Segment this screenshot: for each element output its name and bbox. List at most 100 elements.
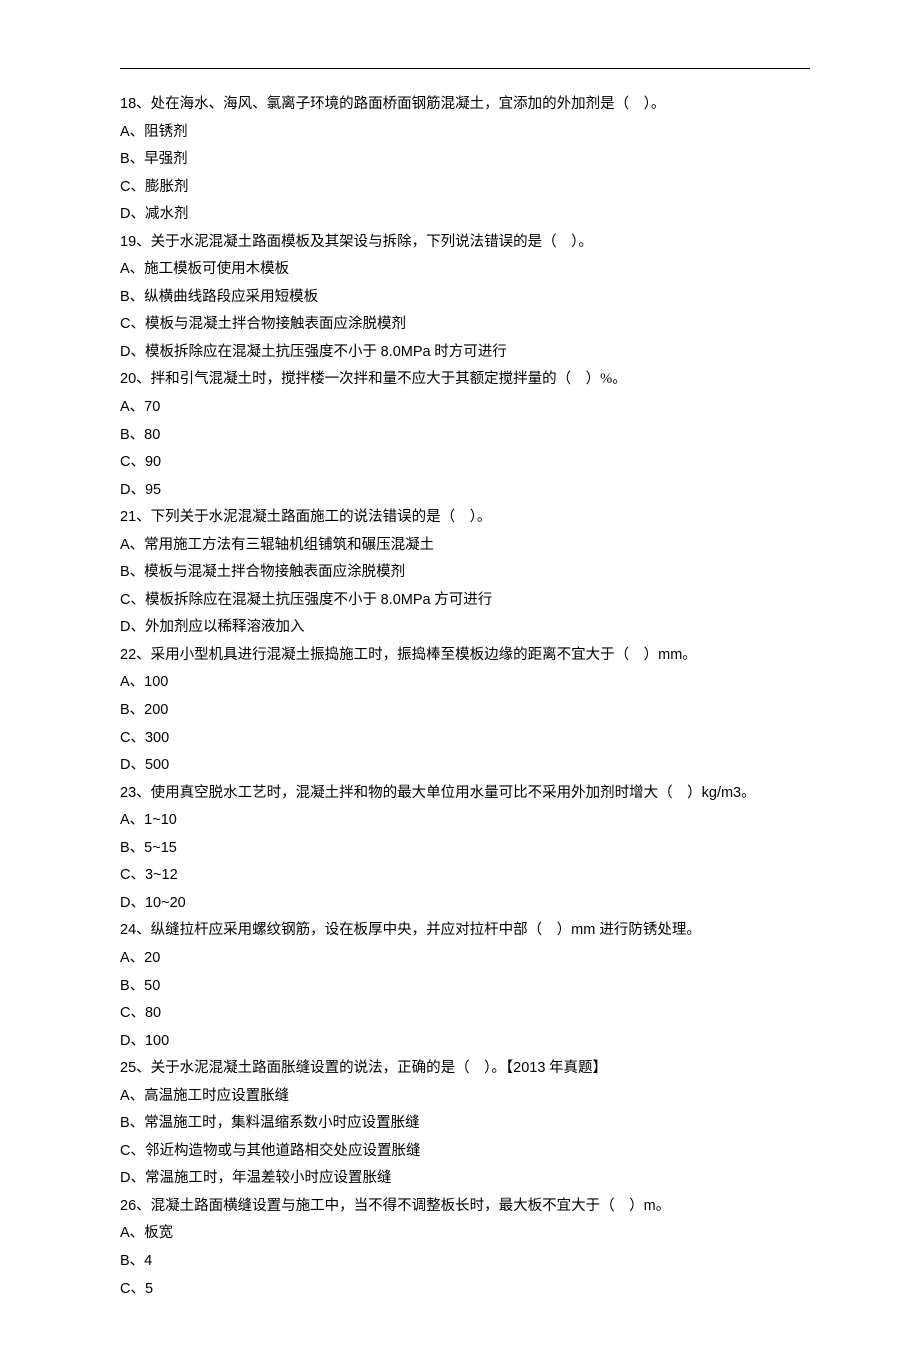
option-label: C	[120, 867, 130, 883]
question-body-tail: 年真题】	[545, 1060, 607, 1076]
option-label: D	[120, 619, 130, 635]
option-sep: 、	[130, 978, 145, 994]
option-label: B	[120, 702, 130, 718]
option-line: B、50	[120, 973, 810, 1001]
option-sep: 、	[130, 867, 145, 883]
option-value: 5~15	[144, 840, 177, 856]
option-line: A、常用施工方法有三辊轴机组铺筑和碾压混凝土	[120, 532, 810, 560]
option-text: 、模板与混凝土拌合物接触表面应涂脱模剂	[130, 564, 406, 580]
option-line: B、早强剂	[120, 146, 810, 174]
option-text: 、外加剂应以稀释溶液加入	[130, 619, 304, 635]
option-text: 、模板与混凝土拌合物接触表面应涂脱模剂	[130, 316, 406, 332]
option-value: 80	[145, 1005, 161, 1021]
option-value: 100	[145, 1033, 169, 1049]
option-sep: 、	[130, 812, 145, 828]
option-line: C、300	[120, 725, 810, 753]
option-label: C	[120, 592, 130, 608]
question-number: 20	[120, 371, 136, 387]
top-rule	[120, 68, 810, 69]
option-text: 、模板拆除应在混凝土抗压强度不小于	[130, 344, 380, 360]
question-text: 24、纵缝拉杆应采用螺纹钢筋，设在板厚中央，并应对拉杆中部（ ）mm 进行防锈处…	[120, 917, 810, 945]
option-label: A	[120, 950, 130, 966]
option-sep: 、	[130, 840, 145, 856]
option-label: A	[120, 124, 130, 140]
option-value: 50	[144, 978, 160, 994]
option-label: A	[120, 399, 130, 415]
option-text: 、板宽	[130, 1225, 174, 1241]
option-text: 、常用施工方法有三辊轴机组铺筑和碾压混凝土	[130, 537, 435, 553]
option-value: 10~20	[145, 895, 186, 911]
question-text: 20、拌和引气混凝土时，搅拌楼一次拌和量不应大于其额定搅拌量的（ ）%。	[120, 366, 810, 394]
option-line: A、板宽	[120, 1220, 810, 1248]
question-body-tail: %。	[600, 371, 627, 387]
option-label: A	[120, 537, 130, 553]
option-value: 200	[144, 702, 168, 718]
question-text: 22、采用小型机具进行混凝土振捣施工时，振捣棒至模板边缘的距离不宜大于（ ）mm…	[120, 642, 810, 670]
option-line: C、模板拆除应在混凝土抗压强度不小于 8.0MPa 方可进行	[120, 587, 810, 615]
option-label: D	[120, 482, 130, 498]
option-sep: 、	[130, 674, 145, 690]
question-body-tail: mm 进行防锈处理。	[571, 922, 701, 938]
option-sep: 、	[130, 702, 145, 718]
option-sep: 、	[130, 895, 145, 911]
option-label: A	[120, 1225, 130, 1241]
question-number: 23	[120, 785, 136, 801]
question-number: 26	[120, 1198, 136, 1214]
option-line: D、常温施工时，年温差较小时应设置胀缝	[120, 1165, 810, 1193]
option-value: 100	[144, 674, 168, 690]
option-line: B、常温施工时，集料温缩系数小时应设置胀缝	[120, 1110, 810, 1138]
option-line: D、100	[120, 1028, 810, 1056]
option-label: C	[120, 179, 130, 195]
option-line: B、4	[120, 1248, 810, 1276]
option-line: D、减水剂	[120, 201, 810, 229]
option-label: B	[120, 151, 130, 167]
question-text: 23、使用真空脱水工艺时，混凝土拌和物的最大单位用水量可比不采用外加剂时增大（ …	[120, 780, 810, 808]
option-text-tail: 时方可进行	[431, 344, 507, 360]
option-value: 20	[144, 950, 160, 966]
option-line: C、膨胀剂	[120, 174, 810, 202]
option-line: A、高温施工时应设置胀缝	[120, 1083, 810, 1111]
question-body: 、处在海水、海风、氯离子环境的路面桥面钢筋混凝土，宜添加的外加剂是（ ）。	[136, 96, 665, 112]
option-sep: 、	[130, 1033, 145, 1049]
option-text: 、膨胀剂	[130, 179, 188, 195]
option-value: 80	[144, 427, 160, 443]
question-body: 、纵缝拉杆应采用螺纹钢筋，设在板厚中央，并应对拉杆中部（ ）	[136, 922, 571, 938]
option-line: B、200	[120, 697, 810, 725]
option-label: C	[120, 316, 130, 332]
option-line: D、500	[120, 752, 810, 780]
option-line: C、邻近构造物或与其他道路相交处应设置胀缝	[120, 1138, 810, 1166]
option-text: 、高温施工时应设置胀缝	[130, 1088, 290, 1104]
option-sep: 、	[130, 950, 145, 966]
option-text: 、邻近构造物或与其他道路相交处应设置胀缝	[130, 1143, 420, 1159]
option-sep: 、	[130, 482, 145, 498]
question-body: 、下列关于水泥混凝土路面施工的说法错误的是（ ）。	[136, 509, 491, 525]
question-body: 、关于水泥混凝土路面模板及其架设与拆除，下列说法错误的是（ ）。	[136, 234, 593, 250]
option-sep: 、	[130, 427, 145, 443]
question-number: 22	[120, 647, 136, 663]
option-sep: 、	[130, 454, 145, 470]
option-text: 、纵横曲线路段应采用短模板	[130, 289, 319, 305]
option-line: C、80	[120, 1000, 810, 1028]
option-line: C、5	[120, 1276, 810, 1304]
option-label: C	[120, 1281, 130, 1297]
option-value: 90	[145, 454, 161, 470]
option-label: B	[120, 978, 130, 994]
option-line: B、纵横曲线路段应采用短模板	[120, 284, 810, 312]
option-value: 95	[145, 482, 161, 498]
option-label: A	[120, 261, 130, 277]
option-sep: 、	[130, 1253, 145, 1269]
option-text: 、常温施工时，集料温缩系数小时应设置胀缝	[130, 1115, 420, 1131]
option-label: D	[120, 757, 130, 773]
question-body-tail: m。	[644, 1198, 671, 1214]
option-text: 、阻锈剂	[130, 124, 188, 140]
question-number: 24	[120, 922, 136, 938]
option-label: D	[120, 895, 130, 911]
option-sep: 、	[130, 730, 145, 746]
option-label: A	[120, 1088, 130, 1104]
option-label: B	[120, 1253, 130, 1269]
option-label: D	[120, 1170, 130, 1186]
question-number: 19	[120, 234, 136, 250]
option-text: 、施工模板可使用木模板	[130, 261, 290, 277]
option-label: B	[120, 289, 130, 305]
question-body: 、采用小型机具进行混凝土振捣施工时，振捣棒至模板边缘的距离不宜大于（ ）	[136, 647, 658, 663]
